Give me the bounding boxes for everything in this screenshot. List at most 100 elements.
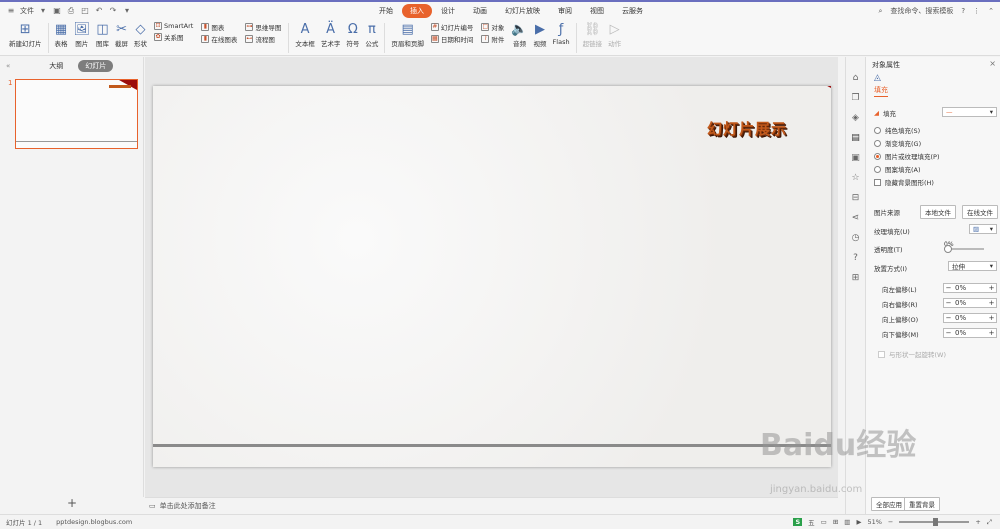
action-button[interactable]: ▷ 动作 [605,20,624,50]
symbol-button[interactable]: Ω 符号 [343,20,362,50]
notes-bar[interactable]: ▭ 单击此处添加备注 [145,497,838,514]
copy-icon[interactable]: ❐ [851,93,859,103]
tab-cloud[interactable]: 云服务 [613,4,652,18]
picture-tool-icon[interactable]: ▣ [851,153,860,163]
reset-background-button[interactable]: 重置背景 [904,497,940,511]
fill-section-header[interactable]: ◢ 填充 [874,108,896,118]
online-chart-button[interactable]: ▮ 在线图表 [201,34,237,44]
pane-title[interactable]: 对象属性 [872,60,900,70]
save-icon[interactable]: ▣ [52,6,62,16]
rotate-with-shape-checkbox[interactable]: 与形状一起旋转(W) [878,349,946,359]
slide[interactable]: 幻灯片展示 [153,86,831,467]
offset-down-stepper[interactable]: −0% + [943,328,997,338]
tab-fill[interactable]: 填充 [874,85,888,97]
minus-icon[interactable]: − [944,284,953,292]
gallery-button[interactable]: ◫ 图库 [93,20,112,50]
tab-view[interactable]: 视图 [581,4,613,18]
close-icon[interactable]: × [989,59,996,68]
new-slide-button[interactable]: ⊞ 新建幻灯片 [6,20,45,50]
online-file-button[interactable]: 在线文件 [962,205,998,219]
screenshot-button[interactable]: ✂ 截屏 [112,20,131,50]
reading-view-icon[interactable]: ▥ [844,518,850,526]
play-icon[interactable]: ▶ [856,518,861,526]
texture-dropdown[interactable]: ▨ ▾ [969,224,997,234]
preview-icon[interactable]: ◰ [80,6,90,16]
apply-all-button[interactable]: 全部应用 [871,497,907,511]
radio[interactable] [874,152,881,160]
properties-icon[interactable]: ▤ [851,133,860,143]
star-icon[interactable]: ☆ [851,173,859,183]
picture-button[interactable]: 🖼 图片 [71,20,94,50]
grid-icon[interactable]: ⊞ [852,273,860,283]
tab-slides[interactable]: 幻灯片 [78,60,114,72]
hyperlink-button[interactable]: ⛓ 超链接 [580,20,606,50]
file-menu[interactable]: 文件 [20,6,34,16]
slide-title[interactable]: 幻灯片展示 [707,118,787,139]
relation-button[interactable]: ✿ 关系图 [154,32,193,42]
radio[interactable] [874,126,881,134]
fill-option-picture[interactable]: 图片或纹理填充(P) [874,151,940,161]
history-icon[interactable]: ◷ [852,233,860,243]
tab-animation[interactable]: 动画 [464,4,496,18]
fill-option-gradient[interactable]: 渐变填充(G) [874,138,921,148]
plus-icon[interactable]: + [987,314,996,322]
chevron-down-icon[interactable]: ▾ [38,6,48,16]
transparency-slider[interactable] [944,245,984,253]
local-file-button[interactable]: 本地文件 [920,205,956,219]
notes-placeholder[interactable]: 单击此处添加备注 [160,501,216,511]
shape-button[interactable]: ◇ 形状 [131,20,150,50]
table-button[interactable]: ▦ 表格 [52,20,71,50]
share-icon[interactable]: ⋖ [852,213,860,223]
hide-bg-checkbox[interactable]: 隐藏背景图形(H) [874,177,934,187]
zoom-value[interactable]: 51% [867,518,881,526]
collapse-pane-icon[interactable]: « [6,62,10,70]
zoom-out-icon[interactable]: − [888,518,893,526]
plus-icon[interactable]: + [987,329,996,337]
collapse-ribbon-icon[interactable]: ⌃ [988,7,994,15]
offset-value[interactable]: 0% [953,299,987,307]
datetime-button[interactable]: ▦ 日期和时间 [430,34,473,44]
fill-option-pattern[interactable]: 图案填充(A) [874,164,921,174]
checkbox[interactable] [878,350,885,358]
zoom-in-icon[interactable]: + [975,518,980,526]
shape-style-icon[interactable]: ◈ [852,113,859,123]
tab-slideshow[interactable]: 幻灯片放映 [496,4,549,18]
paint-bucket-icon[interactable]: ◬ [874,73,881,83]
zoom-slider[interactable] [899,518,970,526]
textbox-button[interactable]: A 文本框 [292,20,318,50]
add-slide-button[interactable]: + [0,497,144,511]
attachment-button[interactable]: ⌇ 附件 [481,34,504,44]
video-button[interactable]: ▶ 视频 [531,20,550,50]
plus-icon[interactable]: + [987,284,996,292]
tab-design[interactable]: 设计 [432,4,464,18]
formula-button[interactable]: π 公式 [362,20,381,50]
object-button[interactable]: □ 对象 [481,22,504,32]
offset-right-stepper[interactable]: −0% + [943,298,997,308]
minus-icon[interactable]: − [944,314,953,322]
minus-icon[interactable]: − [944,299,953,307]
undo-icon[interactable]: ↶ [94,6,104,16]
offset-value[interactable]: 0% [953,329,987,337]
offset-value[interactable]: 0% [953,284,987,292]
wordart-button[interactable]: Ä 艺术字 [318,20,344,50]
audio-button[interactable]: 🔈 音频 [508,20,530,50]
redo-icon[interactable]: ↷ [108,6,118,16]
normal-view-icon[interactable]: ▭ [821,518,827,526]
fill-color-dropdown[interactable]: — ▾ [942,107,997,117]
fill-option-solid[interactable]: 纯色填充(S) [874,125,920,135]
offset-value[interactable]: 0% [953,314,987,322]
tab-review[interactable]: 审阅 [549,4,581,18]
flash-button[interactable]: ƒ Flash [550,20,573,48]
chart-button[interactable]: ▮ 图表 [201,22,237,32]
print-icon[interactable]: ⎙ [66,6,76,16]
smartart-button[interactable]: ⊡ SmartArt [154,22,193,30]
sorter-view-icon[interactable]: ⊞ [833,518,838,526]
radio[interactable] [874,165,881,173]
tab-outline[interactable]: 大纲 [42,60,70,72]
mindmap-button[interactable]: ⊶ 思维导图 [245,22,281,32]
command-search[interactable]: 查找命令、搜索模板 [890,6,953,16]
more-icon[interactable]: ⋮ [973,7,980,15]
help-circle-icon[interactable]: ? [853,253,858,263]
home-icon[interactable]: ⌂ [853,73,859,83]
placement-dropdown[interactable]: 拉伸 ▾ [948,261,997,271]
